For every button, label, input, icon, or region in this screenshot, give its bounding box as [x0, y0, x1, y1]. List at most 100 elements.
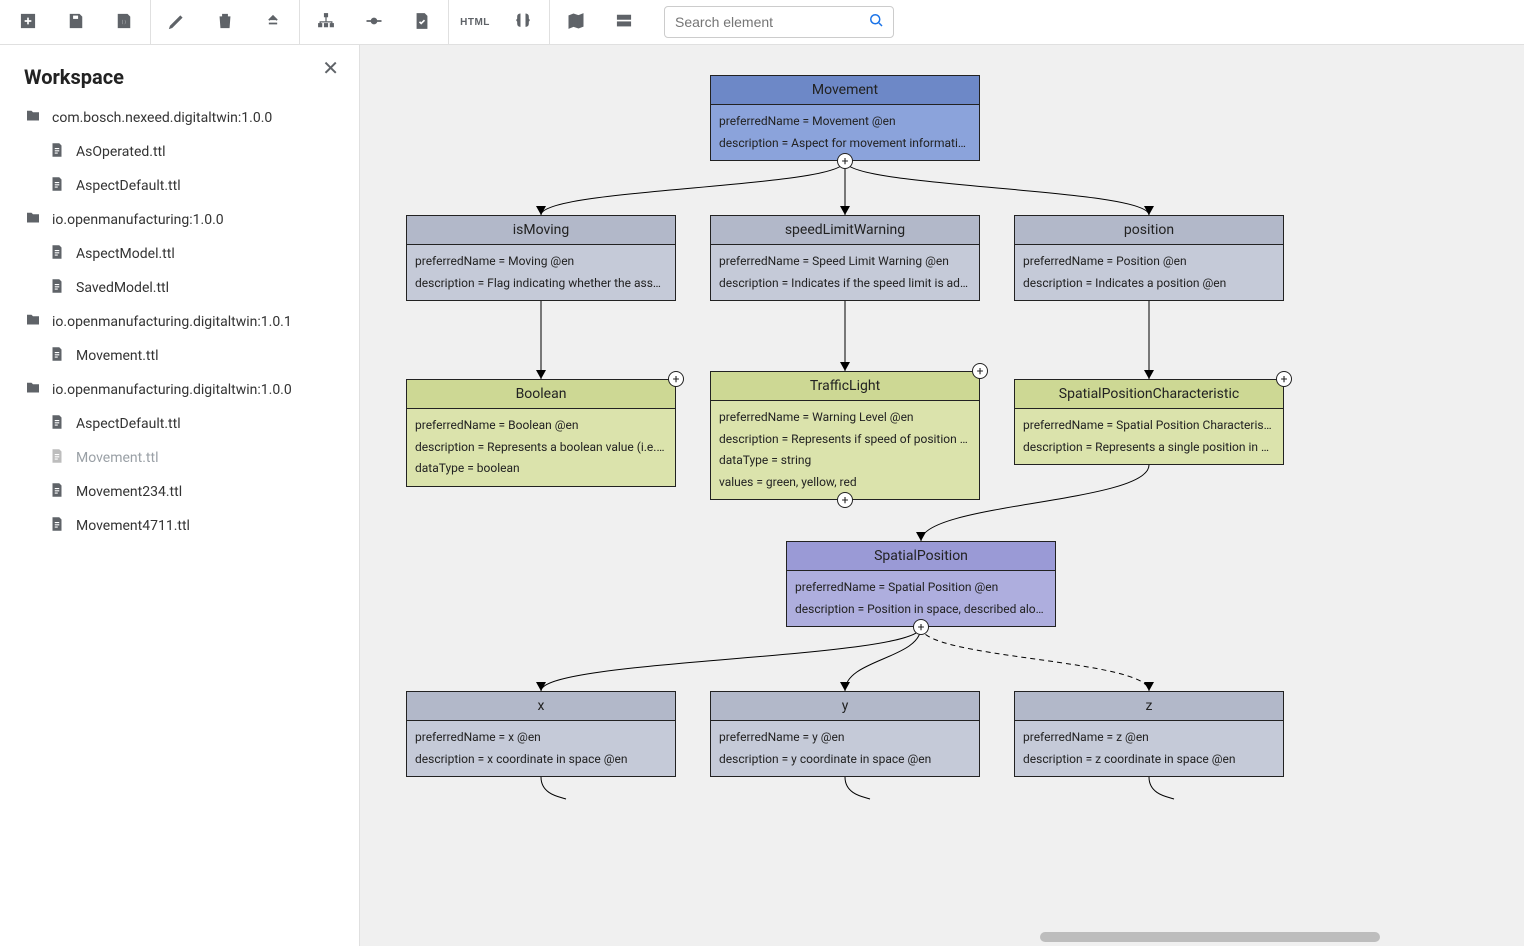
node-body: preferredName = Movement @endescription … [711, 105, 979, 160]
namespace-label: io.openmanufacturing.digitaltwin:1.0.0 [52, 382, 292, 398]
workspace-file[interactable]: Movement.ttl [20, 441, 339, 475]
file-label: Movement.ttl [76, 348, 159, 364]
node-property: description = Represents a single positi… [1023, 437, 1275, 459]
expand-handle[interactable]: + [837, 492, 853, 508]
search-icon [867, 11, 885, 33]
diagram-node-y[interactable]: ypreferredName = y @endescription = y co… [710, 691, 980, 777]
expand-handle[interactable]: + [972, 363, 988, 379]
commit-button[interactable] [350, 0, 398, 44]
node-property: preferredName = x @en [415, 727, 667, 749]
diagram-node-x[interactable]: xpreferredName = x @endescription = x co… [406, 691, 676, 777]
node-body: preferredName = Boolean @endescription =… [407, 409, 675, 486]
workspace-file[interactable]: AsOperated.ttl [20, 135, 339, 169]
validate-button[interactable] [398, 0, 446, 44]
node-property: preferredName = z @en [1023, 727, 1275, 749]
new-button[interactable] [4, 0, 52, 44]
search-box[interactable] [664, 6, 894, 38]
workspace-namespace[interactable]: io.openmanufacturing.digitaltwin:1.0.1 [20, 305, 339, 339]
workspace-namespace[interactable]: com.bosch.nexeed.digitaltwin:1.0.0 [20, 101, 339, 135]
diagram-node-spatialPositionChar[interactable]: SpatialPositionCharacteristicpreferredNa… [1014, 379, 1284, 465]
file-icon [48, 345, 66, 367]
save-icon [66, 11, 86, 34]
delete-button[interactable] [201, 0, 249, 44]
node-title: Boolean [407, 380, 675, 409]
workspace-file[interactable]: AspectModel.ttl [20, 237, 339, 271]
file-icon [48, 277, 66, 299]
node-property: preferredName = Warning Level @en [719, 407, 971, 429]
folder-icon [24, 311, 42, 333]
node-property: description = Aspect for movement inform… [719, 133, 971, 155]
json-export-button[interactable] [499, 0, 547, 44]
node-property: preferredName = Position @en [1023, 251, 1275, 273]
close-panel-button[interactable]: ✕ [316, 55, 345, 82]
node-title: isMoving [407, 216, 675, 245]
diagram-node-z[interactable]: zpreferredName = z @endescription = z co… [1014, 691, 1284, 777]
minimap-button[interactable] [600, 0, 648, 44]
horizontal-scrollbar[interactable] [1040, 932, 1380, 942]
expand-handle[interactable]: + [1276, 371, 1292, 387]
folder-icon [24, 209, 42, 231]
node-property: description = x coordinate in space @en [415, 749, 667, 771]
node-property: description = Represents if speed of pos… [719, 429, 971, 451]
node-property: description = z coordinate in space @en [1023, 749, 1275, 771]
namespace-label: io.openmanufacturing.digitaltwin:1.0.1 [52, 314, 292, 330]
diagram-node-position[interactable]: positionpreferredName = Position @endesc… [1014, 215, 1284, 301]
diagram-node-movement[interactable]: MovementpreferredName = Movement @endesc… [710, 75, 980, 161]
node-title: y [711, 692, 979, 721]
file-icon [48, 175, 66, 197]
workspace-file[interactable]: AspectDefault.ttl [20, 169, 339, 203]
node-title: position [1015, 216, 1283, 245]
save-button[interactable] [52, 0, 100, 44]
collapse-button[interactable] [249, 0, 297, 44]
edit-button[interactable] [153, 0, 201, 44]
workspace-file[interactable]: Movement4711.ttl [20, 509, 339, 543]
panels-icon [614, 11, 634, 34]
html-export-button[interactable]: HTML [451, 0, 499, 44]
folder-icon [24, 379, 42, 401]
close-icon: ✕ [322, 58, 339, 80]
svg-text:D: D [121, 17, 127, 26]
file-icon [48, 243, 66, 265]
node-property: preferredName = Speed Limit Warning @en [719, 251, 971, 273]
save-as-button[interactable]: D [100, 0, 148, 44]
node-property: description = Represents a boolean value… [415, 437, 667, 459]
workspace-title: Workspace [24, 65, 339, 89]
expand-handle[interactable]: + [913, 619, 929, 635]
diagram-canvas[interactable]: MovementpreferredName = Movement @endesc… [360, 45, 1524, 946]
node-property: dataType = string [719, 450, 971, 472]
file-label: AspectDefault.ttl [76, 178, 181, 194]
toolbar-separator [299, 0, 300, 44]
workspace-file[interactable]: Movement.ttl [20, 339, 339, 373]
node-property: preferredName = Spatial Position Charact… [1023, 415, 1275, 437]
diagram-node-trafficLight[interactable]: TrafficLightpreferredName = Warning Leve… [710, 371, 980, 500]
diagram-node-boolean[interactable]: BooleanpreferredName = Boolean @endescri… [406, 379, 676, 487]
node-body: preferredName = Moving @endescription = … [407, 245, 675, 300]
file-icon [48, 447, 66, 469]
search-input[interactable] [673, 13, 867, 31]
node-property: preferredName = Movement @en [719, 111, 971, 133]
workspace-panel: ✕ Workspace com.bosch.nexeed.digitaltwin… [0, 45, 360, 946]
workspace-tree: com.bosch.nexeed.digitaltwin:1.0.0AsOper… [20, 101, 339, 543]
git-commit-icon [364, 11, 384, 34]
diagram-node-speedLimitWarning[interactable]: speedLimitWarningpreferredName = Speed L… [710, 215, 980, 301]
file-label: SavedModel.ttl [76, 280, 169, 296]
diagram-node-spatialPosition[interactable]: SpatialPositionpreferredName = Spatial P… [786, 541, 1056, 627]
namespace-label: io.openmanufacturing:1.0.0 [52, 212, 224, 228]
map-button[interactable] [552, 0, 600, 44]
node-property: preferredName = y @en [719, 727, 971, 749]
node-body: preferredName = Speed Limit Warning @end… [711, 245, 979, 300]
file-icon [48, 413, 66, 435]
workspace-namespace[interactable]: io.openmanufacturing.digitaltwin:1.0.0 [20, 373, 339, 407]
expand-handle[interactable]: + [668, 371, 684, 387]
hierarchy-icon [316, 11, 336, 34]
workspace-namespace[interactable]: io.openmanufacturing:1.0.0 [20, 203, 339, 237]
workspace-file[interactable]: SavedModel.ttl [20, 271, 339, 305]
node-body: preferredName = y @endescription = y coo… [711, 721, 979, 776]
node-body: preferredName = z @endescription = z coo… [1015, 721, 1283, 776]
diagram-node-isMoving[interactable]: isMovingpreferredName = Moving @endescri… [406, 215, 676, 301]
workspace-file[interactable]: Movement234.ttl [20, 475, 339, 509]
workspace-file[interactable]: AspectDefault.ttl [20, 407, 339, 441]
expand-handle[interactable]: + [837, 153, 853, 169]
braces-icon [513, 11, 533, 34]
layout-button[interactable] [302, 0, 350, 44]
